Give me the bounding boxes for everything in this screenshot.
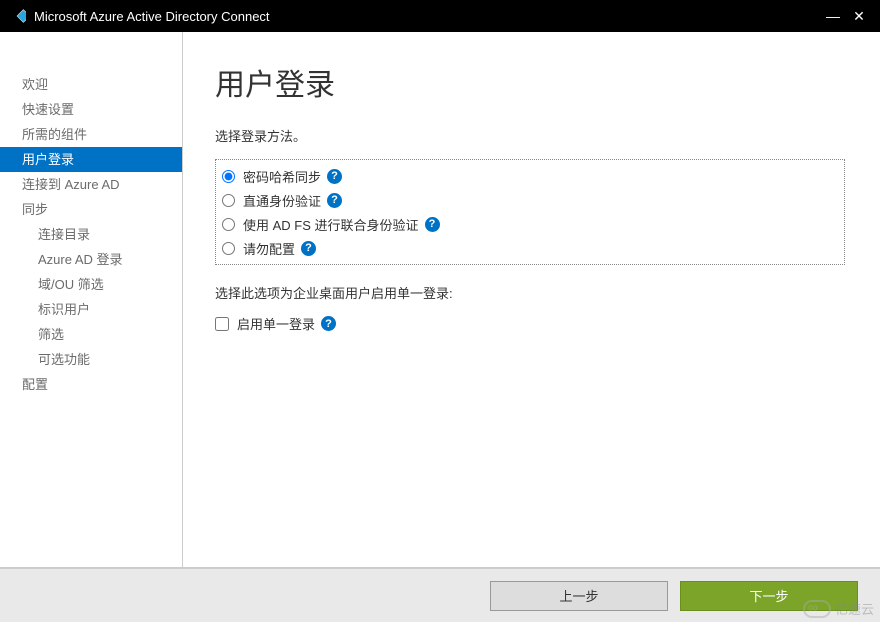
azure-logo-icon: [8, 7, 26, 25]
sidebar-item-7[interactable]: Azure AD 登录: [0, 247, 182, 272]
help-icon[interactable]: ?: [301, 241, 316, 256]
sidebar-item-5[interactable]: 同步: [0, 197, 182, 222]
window-title: Microsoft Azure Active Directory Connect: [34, 9, 820, 24]
next-button[interactable]: 下一步: [680, 581, 858, 611]
sso-prompt: 选择此选项为企业桌面用户启用单一登录:: [215, 283, 848, 302]
signin-option-3: 请勿配置?: [220, 236, 840, 260]
signin-radio-0[interactable]: [222, 170, 235, 183]
sidebar-item-6[interactable]: 连接目录: [0, 222, 182, 247]
help-icon[interactable]: ?: [327, 193, 342, 208]
sidebar-item-3[interactable]: 用户登录: [0, 147, 182, 172]
sso-checkbox[interactable]: [215, 317, 229, 331]
sidebar-item-9[interactable]: 标识用户: [0, 297, 182, 322]
titlebar: Microsoft Azure Active Directory Connect…: [0, 0, 880, 32]
close-button[interactable]: ✕: [846, 8, 872, 25]
signin-method-group: 密码哈希同步?直通身份验证?使用 AD FS 进行联合身份验证?请勿配置?: [215, 159, 845, 265]
signin-option-2: 使用 AD FS 进行联合身份验证?: [220, 212, 840, 236]
sidebar-item-2[interactable]: 所需的组件: [0, 122, 182, 147]
sidebar: 欢迎快速设置所需的组件用户登录连接到 Azure AD同步连接目录Azure A…: [0, 32, 183, 567]
page-title: 用户登录: [215, 60, 848, 104]
signin-radio-label-1[interactable]: 直通身份验证: [243, 191, 321, 210]
signin-radio-label-2[interactable]: 使用 AD FS 进行联合身份验证: [243, 215, 419, 234]
signin-radio-2[interactable]: [222, 218, 235, 231]
body-area: 欢迎快速设置所需的组件用户登录连接到 Azure AD同步连接目录Azure A…: [0, 32, 880, 568]
signin-radio-3[interactable]: [222, 242, 235, 255]
signin-prompt: 选择登录方法。: [215, 126, 848, 145]
sidebar-item-4[interactable]: 连接到 Azure AD: [0, 172, 182, 197]
sidebar-item-10[interactable]: 筛选: [0, 322, 182, 347]
signin-radio-label-3[interactable]: 请勿配置: [243, 239, 295, 258]
main-panel: 用户登录 选择登录方法。 密码哈希同步?直通身份验证?使用 AD FS 进行联合…: [183, 32, 880, 567]
minimize-button[interactable]: —: [820, 8, 846, 24]
help-icon[interactable]: ?: [327, 169, 342, 184]
sidebar-item-11[interactable]: 可选功能: [0, 347, 182, 372]
sidebar-item-12[interactable]: 配置: [0, 372, 182, 397]
footer: 上一步 下一步: [0, 568, 880, 622]
sso-label[interactable]: 启用单一登录: [237, 314, 315, 333]
sidebar-item-8[interactable]: 域/OU 筛选: [0, 272, 182, 297]
help-icon[interactable]: ?: [321, 316, 336, 331]
signin-radio-1[interactable]: [222, 194, 235, 207]
sso-section: 选择此选项为企业桌面用户启用单一登录: 启用单一登录 ?: [215, 283, 848, 333]
signin-option-1: 直通身份验证?: [220, 188, 840, 212]
help-icon[interactable]: ?: [425, 217, 440, 232]
sso-checkbox-row: 启用单一登录 ?: [215, 314, 848, 333]
prev-button[interactable]: 上一步: [490, 581, 668, 611]
sidebar-item-0[interactable]: 欢迎: [0, 72, 182, 97]
sidebar-item-1[interactable]: 快速设置: [0, 97, 182, 122]
signin-radio-label-0[interactable]: 密码哈希同步: [243, 167, 321, 186]
signin-option-0: 密码哈希同步?: [220, 164, 840, 188]
